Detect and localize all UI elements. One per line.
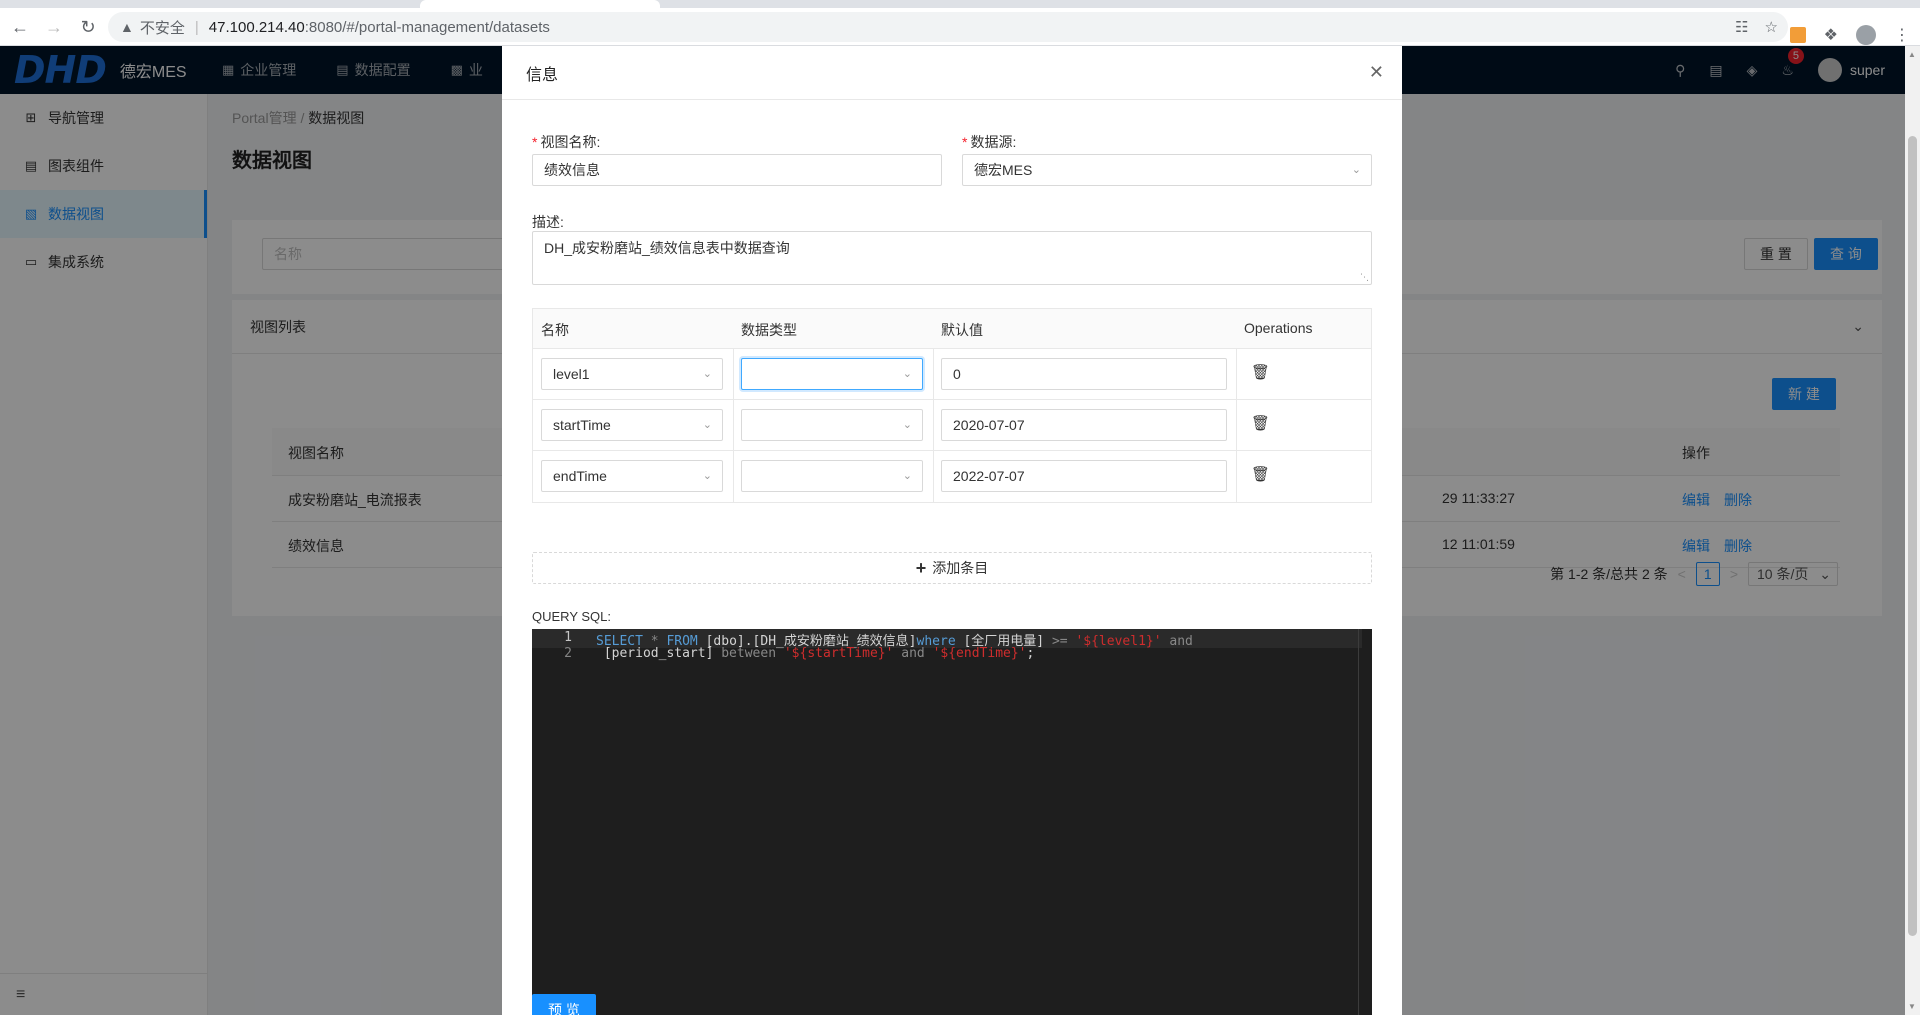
- sql-operator: >=: [1051, 634, 1068, 649]
- sql-string: '${level1}': [1067, 634, 1162, 649]
- resize-grip-icon[interactable]: ⋱: [1360, 272, 1369, 283]
- description-label: 描述:: [532, 214, 564, 230]
- param-type-select[interactable]: ⌄: [741, 358, 923, 390]
- kebab-menu-icon[interactable]: ⋮: [1894, 25, 1910, 45]
- param-row: startTime ⌄ ⌄ 2020-07-07 🗑: [533, 400, 1371, 451]
- address-separator: |: [194, 18, 199, 36]
- preview-button[interactable]: 预 览: [532, 994, 596, 1015]
- chevron-down-icon: ⌄: [702, 368, 712, 380]
- chevron-down-icon: ⌄: [902, 470, 912, 482]
- param-col-name: 名称: [541, 322, 569, 338]
- close-icon[interactable]: ✕: [1369, 62, 1384, 83]
- param-col-type: 数据类型: [741, 322, 797, 338]
- browser-toolbar: ← → ↻ ▲ 不安全 | 47.100.214.40 :8080/#/port…: [0, 8, 1920, 46]
- param-row: endTime ⌄ ⌄ 2022-07-07 🗑: [533, 451, 1371, 502]
- browser-tab-active[interactable]: [420, 0, 660, 8]
- chevron-down-icon: ⌄: [702, 470, 712, 482]
- required-mark: *: [532, 134, 538, 150]
- datasource-value: 德宏MES: [974, 162, 1033, 178]
- param-name-select[interactable]: level1 ⌄: [541, 358, 723, 390]
- modal-header: 信息: [502, 46, 1402, 100]
- param-col-ops: Operations: [1244, 320, 1313, 336]
- url-host: 47.100.214.40: [208, 18, 305, 36]
- add-item-label: 添加条目: [932, 560, 989, 576]
- datasource-label: * 数据源:: [962, 132, 1016, 152]
- tab-strip: [0, 0, 1920, 8]
- plus-icon: +: [915, 558, 927, 578]
- chevron-down-icon: ⌄: [902, 419, 912, 431]
- sql-keyword: and: [893, 646, 933, 661]
- param-default-input[interactable]: 0: [941, 358, 1227, 390]
- sql-identifier: [period_start]: [596, 646, 722, 661]
- info-modal: 信息 ✕ * 视图名称: 绩效信息 * 数据源: 德宏MES ⌄ 描述: DH_成安…: [502, 46, 1402, 1015]
- url-path: :8080/#/portal-management/datasets: [304, 18, 550, 36]
- sql-string: '${endTime}': [932, 646, 1027, 661]
- insecure-label: 不安全: [139, 19, 185, 37]
- reload-icon[interactable]: ↻: [74, 13, 102, 41]
- sql-keyword: and: [1161, 634, 1193, 649]
- param-name-value: level1: [553, 366, 590, 382]
- param-type-select[interactable]: ⌄: [741, 460, 923, 492]
- scroll-up-icon[interactable]: ▲: [1908, 50, 1916, 59]
- scrollbar-thumb[interactable]: [1908, 136, 1917, 936]
- trash-icon[interactable]: 🗑: [1251, 363, 1270, 381]
- params-table-header: 名称 数据类型 默认值 Operations: [533, 309, 1371, 349]
- address-bar[interactable]: ▲ 不安全 | 47.100.214.40 :8080/#/portal-man…: [108, 12, 1788, 42]
- chevron-down-icon: ⌄: [702, 419, 712, 431]
- sql-punctuation: ;: [1026, 646, 1035, 661]
- view-name-input[interactable]: 绩效信息: [532, 154, 942, 186]
- bookmark-star-icon[interactable]: ☆: [1765, 18, 1778, 36]
- datasource-select[interactable]: 德宏MES ⌄: [962, 154, 1372, 186]
- param-default-input[interactable]: 2022-07-07: [941, 460, 1227, 492]
- sql-keyword: between: [721, 646, 777, 661]
- trash-icon[interactable]: 🗑: [1251, 465, 1270, 483]
- extension-book-icon[interactable]: [1789, 27, 1806, 43]
- chevron-down-icon: ⌄: [902, 368, 912, 380]
- scroll-down-icon[interactable]: ▼: [1908, 1002, 1916, 1011]
- param-name-select[interactable]: endTime ⌄: [541, 460, 723, 492]
- code-line-2: [period_start] between '${startTime}' an…: [596, 646, 1035, 661]
- sql-string: '${startTime}': [776, 646, 894, 661]
- view-name-label: * 视图名称:: [532, 132, 600, 152]
- profile-icon[interactable]: [1856, 25, 1876, 45]
- line-number: 2: [564, 646, 572, 661]
- param-col-default: 默认值: [941, 322, 983, 338]
- chevron-down-icon: ⌄: [1351, 164, 1361, 176]
- view-name-label-text: 视图名称:: [540, 134, 601, 150]
- description-value: DH_成安粉磨站_绩效信息表中数据查询: [544, 240, 790, 256]
- add-item-button[interactable]: + 添加条目: [532, 552, 1372, 584]
- page-scrollbar[interactable]: ▲ ▼: [1905, 46, 1920, 1015]
- required-mark: *: [962, 134, 968, 150]
- line-number: 1: [564, 630, 572, 645]
- modal-title: 信息: [526, 66, 559, 84]
- param-row: level1 ⌄ ⌄ 0 🗑: [533, 349, 1371, 400]
- description-textarea[interactable]: DH_成安粉磨站_绩效信息表中数据查询 ⋱: [532, 231, 1372, 285]
- forward-icon[interactable]: →: [40, 13, 68, 41]
- browser-chrome: ← → ↻ ▲ 不安全 | 47.100.214.40 :8080/#/port…: [0, 0, 1920, 46]
- warning-icon: ▲: [120, 19, 134, 35]
- param-default-input[interactable]: 2020-07-07: [941, 409, 1227, 441]
- sql-editor[interactable]: 1 2 SELECT * FROM [dbo].[DH_成安粉磨站_绩效信息]w…: [532, 629, 1372, 1015]
- param-name-value: startTime: [553, 417, 611, 433]
- editor-print-margin: [1358, 629, 1359, 1015]
- sql-label: QUERY SQL:: [532, 609, 611, 624]
- datasource-label-text: 数据源:: [970, 134, 1017, 150]
- param-name-value: endTime: [553, 468, 607, 484]
- puzzle-icon[interactable]: ❖: [1824, 25, 1838, 45]
- params-table: 名称 数据类型 默认值 Operations level1 ⌄ ⌄ 0 🗑 sta…: [532, 308, 1372, 503]
- translate-icon[interactable]: ☷: [1735, 18, 1748, 36]
- trash-icon[interactable]: 🗑: [1251, 414, 1270, 432]
- back-icon[interactable]: ←: [6, 13, 34, 41]
- param-type-select[interactable]: ⌄: [741, 409, 923, 441]
- param-name-select[interactable]: startTime ⌄: [541, 409, 723, 441]
